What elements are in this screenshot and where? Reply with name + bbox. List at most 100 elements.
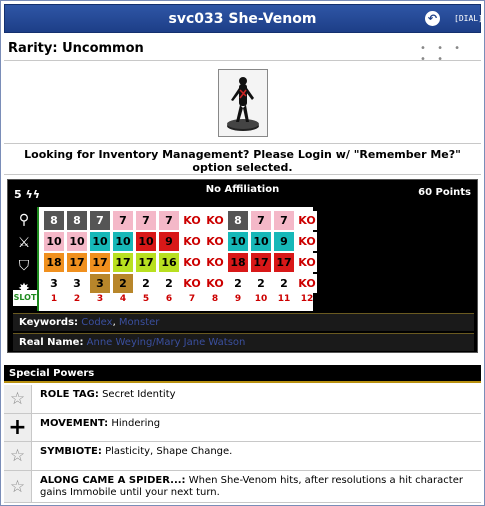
power-text: MOVEMENT: Hindering [40, 418, 475, 430]
click-number: 6 [165, 294, 173, 304]
click-number: 8 [211, 294, 219, 304]
dial-cell: 2 [274, 274, 294, 293]
card-frame: svc033 She-Venom ↶ [DIAL] Rarity: Uncomm… [0, 0, 485, 506]
dial-cell: 2 [136, 274, 156, 293]
real-name-row: Real Name: Anne Weying/Mary Jane Watson [13, 333, 474, 351]
dial-cell: 17 [90, 253, 110, 272]
click-number: 5 [142, 294, 150, 304]
dial-cell: 2 [159, 274, 179, 293]
dial-cell: 10 [113, 232, 133, 251]
dial-cell: 8 [228, 211, 248, 230]
dial-cell: KO [182, 232, 202, 251]
dial-cell: KO [297, 253, 317, 272]
dial-cell: 10 [67, 232, 87, 251]
title-bar: svc033 She-Venom ↶ [DIAL] [4, 4, 483, 33]
speed-icon: ⚲ [18, 212, 30, 228]
dial-cell: 18 [228, 253, 248, 272]
back-icon[interactable]: ↶ [425, 11, 440, 26]
dial-cell: 10 [90, 232, 110, 251]
dial-cell: 7 [136, 211, 156, 230]
dial-grid: 8 8 7 7 7 7 KO KO 8 7 7 KO 10 10 10 10 10 9 KO KO 10 10 9 KO 18 1… [37, 207, 317, 311]
points-value: 60 Points [418, 187, 471, 198]
dial-cell: 9 [159, 232, 179, 251]
dial-cell: 16 [159, 253, 179, 272]
login-notice: Looking for Inventory Management? Please… [4, 143, 481, 175]
power-desc: Hindering [108, 418, 161, 429]
dial-cell: KO [205, 232, 225, 251]
keyword-link-codex[interactable]: Codex [81, 317, 112, 328]
dial-cell: KO [182, 274, 202, 293]
attack-icon: ⚔ [17, 235, 31, 251]
power-name: ALONG CAME A SPIDER...: [40, 475, 186, 486]
affiliation: No Affiliation [205, 184, 280, 195]
star-icon: ☆ [4, 471, 32, 502]
dial-cell: 17 [113, 253, 133, 272]
dial-cell: 17 [67, 253, 87, 272]
power-text: ROLE TAG: Secret Identity [40, 389, 475, 401]
dial-cell: 17 [274, 253, 294, 272]
dial-cell: 9 [274, 232, 294, 251]
dial-cell: KO [205, 274, 225, 293]
dial-cell: KO [182, 211, 202, 230]
plus-icon: + [4, 414, 32, 441]
dial-cell: 8 [44, 211, 64, 230]
click-number: 10 [254, 294, 268, 304]
dial-cell: 7 [113, 211, 133, 230]
dial-cell: 10 [136, 232, 156, 251]
figure-icon [227, 77, 259, 131]
rarity-dots: • • • • • [420, 43, 465, 65]
click-number: 4 [119, 294, 127, 304]
real-name-label: Real Name: [19, 337, 84, 348]
dial-cell: 3 [90, 274, 110, 293]
dial-cell: 2 [113, 274, 133, 293]
keywords-row: Keywords: Codex, Monster [13, 313, 474, 331]
click-number: 1 [50, 294, 58, 304]
click-number: 12 [300, 294, 314, 304]
dial-cell: 17 [251, 253, 271, 272]
dial-cell: KO [297, 211, 317, 230]
click-number: 3 [96, 294, 104, 304]
dial-cell: KO [182, 253, 202, 272]
click-number: 7 [188, 294, 196, 304]
stat-icons: ⚲ ⚔ ⛉ ✸ [12, 209, 36, 301]
dial-cell: 7 [251, 211, 271, 230]
star-icon: ☆ [4, 385, 32, 413]
dial-cell: 10 [44, 232, 64, 251]
click-number: 11 [277, 294, 291, 304]
dial-header: 5 ϟϟ No Affiliation 60 Points [8, 180, 477, 207]
power-text: ALONG CAME A SPIDER...: When She-Venom h… [40, 475, 475, 499]
dial-cell: KO [297, 274, 317, 293]
click-number: 2 [73, 294, 81, 304]
power-desc: Secret Identity [98, 389, 176, 400]
power-name: SYMBIOTE: [40, 446, 102, 457]
dial-button[interactable]: [DIAL] [454, 14, 483, 23]
dial-cell: KO [205, 211, 225, 230]
real-name-link[interactable]: Anne Weying/Mary Jane Watson [87, 337, 246, 348]
dial-cell: KO [297, 232, 317, 251]
star-icon: ☆ [4, 442, 32, 470]
rarity-row: Rarity: Uncommon • • • • • [4, 37, 481, 65]
page-title: svc033 She-Venom [168, 11, 317, 27]
dial-cell: 3 [44, 274, 64, 293]
dial-cell: 18 [44, 253, 64, 272]
defense-icon: ⛉ [18, 258, 30, 274]
power-name: ROLE TAG: [40, 389, 99, 400]
dial-cell: 8 [67, 211, 87, 230]
dial-cell: 7 [90, 211, 110, 230]
power-text: SYMBIOTE: Plasticity, Shape Change. [40, 446, 475, 458]
power-name: MOVEMENT: [40, 418, 109, 429]
click-number: 9 [234, 294, 242, 304]
dial-cell: 10 [228, 232, 248, 251]
keyword-link-monster[interactable]: Monster [119, 317, 159, 328]
dial-cell: 2 [251, 274, 271, 293]
power-row: ☆ ROLE TAG: Secret Identity [4, 385, 481, 414]
power-row: + MOVEMENT: Hindering [4, 414, 481, 442]
keywords-label: Keywords: [19, 317, 79, 328]
dial-cell: 17 [136, 253, 156, 272]
dial-cell: 3 [67, 274, 87, 293]
dial-cell: 10 [251, 232, 271, 251]
figure-image[interactable] [218, 69, 268, 137]
special-powers-header: Special Powers [4, 365, 481, 383]
power-row: ☆ SYMBIOTE: Plasticity, Shape Change. [4, 442, 481, 471]
rarity-label: Rarity: Uncommon [8, 41, 144, 56]
